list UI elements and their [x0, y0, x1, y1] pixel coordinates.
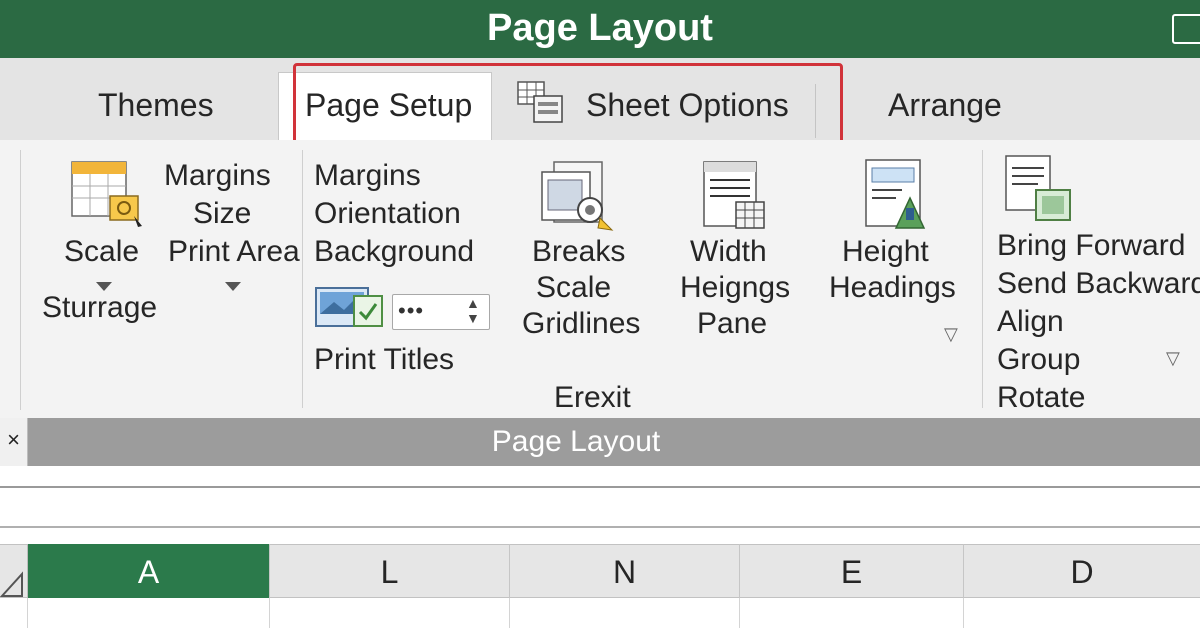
- ribbon-separator: [982, 150, 983, 408]
- gridlines-button[interactable]: Gridlines: [522, 306, 640, 342]
- width-icon[interactable]: [700, 160, 768, 237]
- ribbon-group-label: Page Layout: [491, 425, 661, 458]
- group-button[interactable]: Group: [997, 342, 1080, 378]
- grid-cell[interactable]: [510, 598, 740, 628]
- rotate-button[interactable]: Rotate: [997, 380, 1085, 416]
- storage-label[interactable]: Sturrage: [42, 290, 157, 326]
- print-area-dropdown-arrow-icon[interactable]: [225, 282, 241, 291]
- print-titles-dropdown-value: •••: [398, 298, 425, 323]
- grid-cell[interactable]: [270, 598, 510, 628]
- send-backward-button[interactable]: Send Backward: [997, 266, 1200, 302]
- formula-bar-area: [0, 466, 1200, 544]
- grid-cell[interactable]: [28, 598, 270, 628]
- height-button[interactable]: Height: [842, 234, 929, 270]
- tab-arrange[interactable]: Arrange: [888, 70, 1002, 138]
- background-button[interactable]: Background: [314, 234, 474, 270]
- align-button[interactable]: Align: [997, 304, 1064, 340]
- width-button[interactable]: Width: [690, 234, 767, 270]
- select-all-corner[interactable]: [0, 544, 28, 598]
- breaks-button[interactable]: Breaks: [532, 234, 625, 270]
- window-title: Page Layout: [487, 7, 713, 49]
- height-icon[interactable]: [862, 158, 930, 237]
- grid-cell[interactable]: [964, 598, 1200, 628]
- column-header-e[interactable]: E: [740, 544, 964, 598]
- scale-button[interactable]: Scale: [536, 270, 611, 306]
- scale-icon[interactable]: [70, 160, 148, 235]
- pane-button[interactable]: Pane: [697, 306, 767, 342]
- ribbon-separator: [20, 150, 21, 410]
- close-icon[interactable]: ×: [0, 418, 28, 466]
- sheet-options-dialog-launcher-icon[interactable]: ▽: [944, 324, 958, 345]
- heigngs-button[interactable]: Heigngs: [680, 270, 790, 306]
- size-button[interactable]: Size: [193, 196, 251, 232]
- group-dropdown-arrow-icon[interactable]: ▽: [1166, 348, 1180, 369]
- grid-cell[interactable]: [740, 598, 964, 628]
- margins-button[interactable]: Margins: [314, 158, 421, 194]
- column-header-n[interactable]: N: [510, 544, 740, 598]
- row-header[interactable]: [0, 598, 28, 628]
- restore-window-button[interactable]: [1172, 14, 1200, 44]
- print-titles-icon[interactable]: [314, 282, 386, 337]
- print-titles-button[interactable]: Print Titles: [314, 342, 454, 378]
- formula-bar-border: [0, 486, 1200, 488]
- scale-label[interactable]: Scale: [64, 234, 139, 270]
- column-header-a[interactable]: A: [28, 544, 270, 598]
- breaks-icon[interactable]: [540, 160, 616, 237]
- column-header-d[interactable]: D: [964, 544, 1200, 598]
- margins-button[interactable]: Margins: [164, 158, 271, 194]
- column-header-l[interactable]: L: [270, 544, 510, 598]
- tab-themes[interactable]: Themes: [98, 70, 214, 138]
- bring-forward-button[interactable]: Bring Forward: [997, 228, 1185, 264]
- headings-button[interactable]: Headings: [829, 270, 956, 306]
- group-label: Erexit: [554, 381, 631, 414]
- spinner-arrows-icon[interactable]: ▲ ▼: [466, 296, 480, 326]
- formula-bar-border: [0, 526, 1200, 528]
- orientation-button[interactable]: Orientation: [314, 196, 461, 232]
- bring-forward-icon[interactable]: [1000, 154, 1076, 229]
- ribbon-separator: [302, 150, 303, 408]
- print-area-button[interactable]: Print Area: [168, 234, 302, 270]
